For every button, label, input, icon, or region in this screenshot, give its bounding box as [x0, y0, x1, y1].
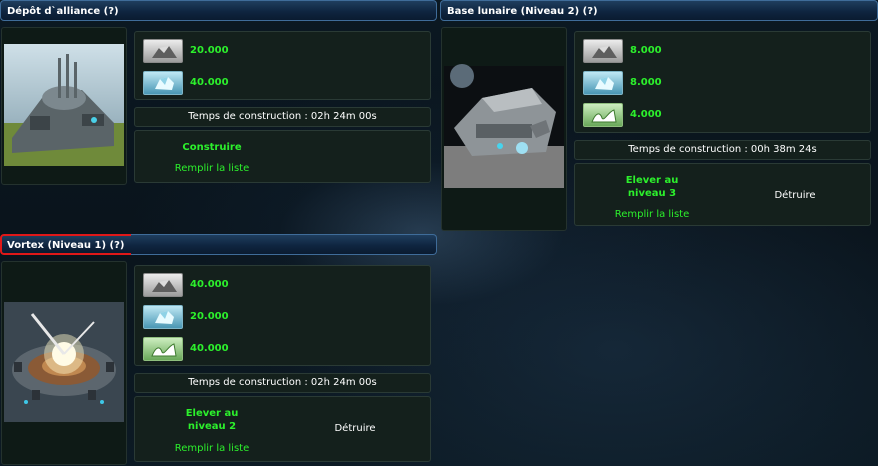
upgrade-label-line1: Elever au — [185, 408, 239, 419]
building-card-alliance-depot: Dépôt d`alliance (?) 20.000 40.000 Temps… — [0, 0, 437, 190]
header-bar-extension — [131, 234, 437, 255]
deuterium-cost: 40.000 — [190, 343, 229, 354]
metal-icon — [143, 39, 183, 63]
upgrade-button[interactable]: Elever au niveau 2 — [167, 407, 257, 433]
metal-cost: 40.000 — [190, 279, 229, 290]
destroy-button[interactable]: Détruire — [315, 423, 395, 434]
construction-time: Temps de construction : 02h 24m 00s — [134, 107, 431, 127]
crystal-icon — [583, 71, 623, 95]
lunar-base-image[interactable] — [441, 27, 567, 231]
cost-panel: 8.000 8.000 4.000 — [574, 31, 871, 133]
upgrade-button[interactable]: Elever au niveau 3 — [607, 174, 697, 200]
fill-queue-link[interactable]: Remplir la liste — [167, 163, 257, 174]
metal-cost: 20.000 — [190, 45, 229, 56]
building-card-lunar-base: Base lunaire (Niveau 2) (?) 8.000 8.000 — [440, 0, 878, 232]
construction-time: Temps de construction : 02h 24m 00s — [134, 373, 431, 393]
crystal-cost: 20.000 — [190, 311, 229, 322]
cost-panel: 20.000 40.000 — [134, 31, 431, 100]
alliance-depot-image[interactable] — [1, 27, 127, 185]
crystal-cost: 40.000 — [190, 77, 229, 88]
upgrade-label-line1: Elever au — [625, 175, 679, 186]
metal-cost: 8.000 — [630, 45, 662, 56]
action-panel: Elever au niveau 3 Détruire Remplir la l… — [574, 163, 871, 226]
metal-icon — [583, 39, 623, 63]
deuterium-cost: 4.000 — [630, 109, 662, 120]
crystal-icon — [143, 71, 183, 95]
fill-queue-link[interactable]: Remplir la liste — [607, 209, 697, 220]
construction-time: Temps de construction : 00h 38m 24s — [574, 140, 871, 160]
vortex-image[interactable] — [1, 261, 127, 465]
crystal-icon — [143, 305, 183, 329]
building-title[interactable]: Base lunaire (Niveau 2) (?) — [440, 0, 878, 21]
fill-queue-link[interactable]: Remplir la liste — [167, 443, 257, 454]
deuterium-icon — [143, 337, 183, 361]
deuterium-icon — [583, 103, 623, 127]
building-card-vortex: Vortex (Niveau 1) (?) 40.000 20.000 40.0… — [0, 234, 437, 466]
metal-icon — [143, 273, 183, 297]
upgrade-label-line2: niveau 3 — [627, 188, 677, 199]
action-panel: Elever au niveau 2 Détruire Remplir la l… — [134, 396, 431, 462]
upgrade-label-line2: niveau 2 — [187, 421, 237, 432]
building-title[interactable]: Vortex (Niveau 1) (?) — [0, 234, 135, 255]
action-panel: Construire Remplir la liste — [134, 130, 431, 183]
building-title[interactable]: Dépôt d`alliance (?) — [0, 0, 437, 21]
crystal-cost: 8.000 — [630, 77, 662, 88]
cost-panel: 40.000 20.000 40.000 — [134, 265, 431, 366]
destroy-button[interactable]: Détruire — [755, 190, 835, 201]
build-button[interactable]: Construire — [167, 142, 257, 153]
